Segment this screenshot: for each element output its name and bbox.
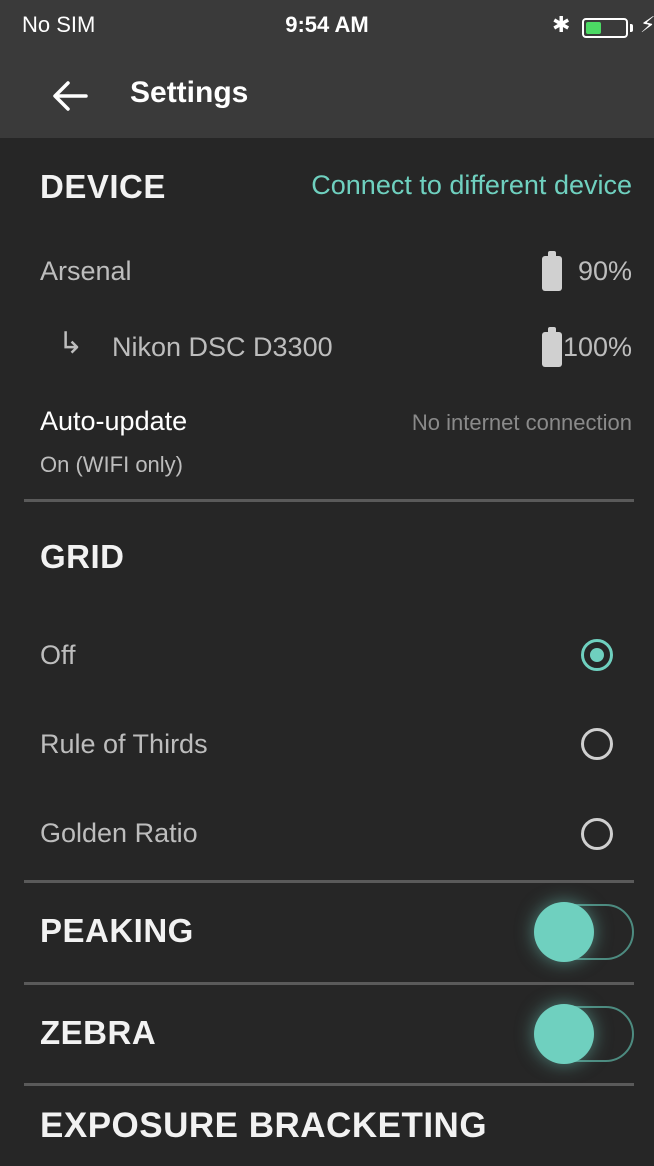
battery-nub [630, 24, 633, 32]
grid-option-golden-ratio-label[interactable]: Golden Ratio [40, 818, 198, 849]
section-divider [24, 880, 634, 883]
device-battery-arsenal: 90% [577, 256, 632, 286]
grid-section-title: GRID [40, 538, 125, 575]
connect-device-link[interactable]: Connect to different device [311, 170, 632, 201]
back-button[interactable] [46, 72, 94, 120]
battery-indicator [582, 18, 628, 38]
toggle-knob [534, 902, 594, 962]
section-divider [24, 499, 634, 502]
section-divider [24, 982, 634, 985]
peaking-title: PEAKING [40, 912, 194, 949]
zebra-title: ZEBRA [40, 1014, 157, 1051]
grid-option-golden-ratio-radio[interactable] [581, 818, 613, 850]
toggle-knob [534, 1004, 594, 1064]
section-divider [24, 1083, 634, 1086]
device-name-arsenal: Arsenal [40, 256, 132, 286]
arrow-left-icon [53, 81, 88, 111]
grid-option-off-label[interactable]: Off [40, 640, 76, 671]
device-battery-camera: 100% [562, 332, 632, 362]
auto-update-status: No internet connection [411, 410, 632, 435]
subdevice-arrow-icon: ↳ [58, 327, 84, 360]
grid-option-off-radio[interactable] [581, 639, 613, 671]
bluetooth-icon: ✱ [552, 12, 571, 37]
grid-option-rule-of-thirds-radio[interactable] [581, 728, 613, 760]
exposure-bracketing-title: EXPOSURE BRACKETING [40, 1106, 488, 1145]
battery-icon [542, 251, 562, 291]
device-name-camera: Nikon DSC D3300 [112, 332, 333, 362]
grid-option-rule-of-thirds-label[interactable]: Rule of Thirds [40, 729, 208, 760]
status-bar: No SIM 9:54 AM ✱ ⚡ [0, 0, 654, 54]
auto-update-label[interactable]: Auto-update [40, 406, 187, 437]
battery-icon [542, 327, 562, 367]
battery-fill [586, 22, 602, 34]
app-bar: Settings [0, 54, 654, 138]
peaking-toggle[interactable] [532, 902, 636, 962]
device-section-title: DEVICE [40, 168, 166, 205]
charging-icon: ⚡ [640, 12, 654, 37]
auto-update-value: On (WIFI only) [40, 452, 184, 477]
page-title: Settings [130, 76, 249, 109]
zebra-toggle[interactable] [532, 1004, 636, 1064]
